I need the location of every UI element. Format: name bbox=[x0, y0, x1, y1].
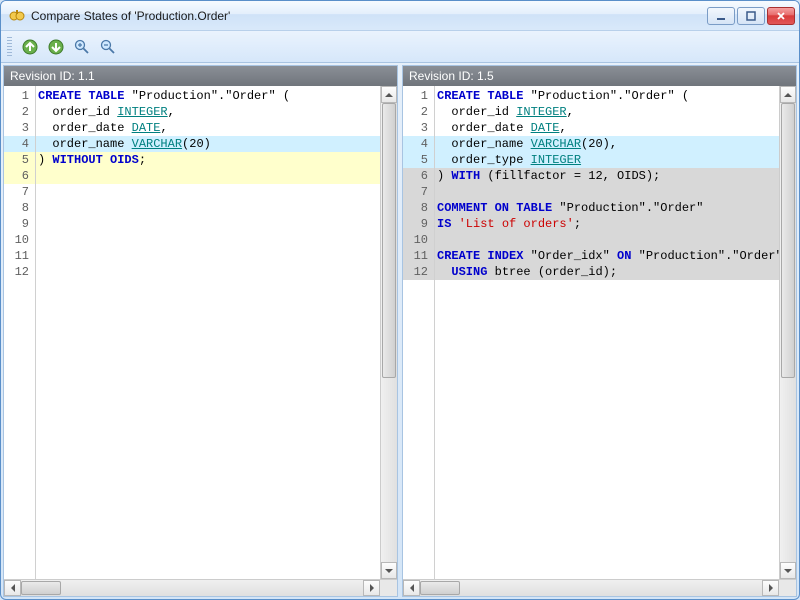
right-pane-header: Revision ID: 1.5 bbox=[403, 66, 796, 86]
scroll-left-button[interactable] bbox=[4, 580, 21, 596]
minimize-button[interactable] bbox=[707, 7, 735, 25]
zoom-in-button[interactable] bbox=[70, 35, 94, 59]
line-number: 8 bbox=[403, 200, 434, 216]
line-number: 10 bbox=[403, 232, 434, 248]
code-line[interactable] bbox=[36, 232, 380, 248]
code-line[interactable]: order_name VARCHAR(20) bbox=[36, 136, 380, 152]
line-number: 5 bbox=[403, 152, 434, 168]
left-pane: Revision ID: 1.1 123456789101112 CREATE … bbox=[3, 65, 398, 597]
split-container: Revision ID: 1.1 123456789101112 CREATE … bbox=[1, 63, 799, 599]
code-line[interactable] bbox=[36, 200, 380, 216]
scroll-track[interactable] bbox=[420, 580, 762, 596]
code-line[interactable] bbox=[435, 184, 779, 200]
window-title: Compare States of 'Production.Order' bbox=[31, 9, 707, 23]
scroll-left-button[interactable] bbox=[403, 580, 420, 596]
line-number: 3 bbox=[4, 120, 35, 136]
line-number: 2 bbox=[4, 104, 35, 120]
scroll-thumb[interactable] bbox=[382, 103, 396, 378]
right-editor[interactable]: 123456789101112 CREATE TABLE "Production… bbox=[403, 86, 796, 579]
line-number: 4 bbox=[403, 136, 434, 152]
line-number: 2 bbox=[403, 104, 434, 120]
toolbar bbox=[1, 31, 799, 63]
left-hscrollbar[interactable] bbox=[4, 579, 397, 596]
line-number: 6 bbox=[403, 168, 434, 184]
right-pane: Revision ID: 1.5 123456789101112 CREATE … bbox=[402, 65, 797, 597]
code-line[interactable]: CREATE TABLE "Production"."Order" ( bbox=[435, 88, 779, 104]
scroll-right-button[interactable] bbox=[762, 580, 779, 596]
code-line[interactable]: order_type INTEGER bbox=[435, 152, 779, 168]
line-number: 3 bbox=[403, 120, 434, 136]
code-line[interactable]: COMMENT ON TABLE "Production"."Order" bbox=[435, 200, 779, 216]
left-gutter: 123456789101112 bbox=[4, 86, 36, 579]
scroll-down-button[interactable] bbox=[780, 562, 796, 579]
zoom-out-button[interactable] bbox=[96, 35, 120, 59]
prev-diff-button[interactable] bbox=[18, 35, 42, 59]
code-line[interactable]: CREATE INDEX "Order_idx" ON "Production"… bbox=[435, 248, 779, 264]
left-vscrollbar[interactable] bbox=[380, 86, 397, 579]
line-number: 8 bbox=[4, 200, 35, 216]
line-number: 6 bbox=[4, 168, 35, 184]
scroll-thumb[interactable] bbox=[21, 581, 61, 595]
line-number: 9 bbox=[403, 216, 434, 232]
right-code[interactable]: CREATE TABLE "Production"."Order" ( orde… bbox=[435, 86, 779, 579]
line-number: 4 bbox=[4, 136, 35, 152]
line-number: 1 bbox=[4, 88, 35, 104]
scroll-track[interactable] bbox=[381, 103, 397, 562]
scroll-up-button[interactable] bbox=[381, 86, 397, 103]
code-line[interactable]: IS 'List of orders'; bbox=[435, 216, 779, 232]
next-diff-button[interactable] bbox=[44, 35, 68, 59]
code-line[interactable]: order_id INTEGER, bbox=[36, 104, 380, 120]
code-line[interactable]: USING btree (order_id); bbox=[435, 264, 779, 280]
scroll-corner bbox=[380, 580, 397, 596]
line-number: 11 bbox=[403, 248, 434, 264]
scroll-right-button[interactable] bbox=[363, 580, 380, 596]
scroll-down-button[interactable] bbox=[381, 562, 397, 579]
code-line[interactable]: order_id INTEGER, bbox=[435, 104, 779, 120]
code-line[interactable] bbox=[36, 184, 380, 200]
scroll-corner bbox=[779, 580, 796, 596]
titlebar[interactable]: Compare States of 'Production.Order' bbox=[1, 1, 799, 31]
line-number: 7 bbox=[403, 184, 434, 200]
line-number: 5 bbox=[4, 152, 35, 168]
window-controls bbox=[707, 7, 795, 25]
right-gutter: 123456789101112 bbox=[403, 86, 435, 579]
toolbar-grip[interactable] bbox=[7, 37, 12, 57]
line-number: 10 bbox=[4, 232, 35, 248]
code-line[interactable]: order_date DATE, bbox=[435, 120, 779, 136]
line-number: 7 bbox=[4, 184, 35, 200]
app-icon bbox=[9, 8, 25, 24]
left-pane-header: Revision ID: 1.1 bbox=[4, 66, 397, 86]
line-number: 9 bbox=[4, 216, 35, 232]
scroll-thumb[interactable] bbox=[781, 103, 795, 378]
code-line[interactable] bbox=[36, 216, 380, 232]
code-line[interactable]: order_name VARCHAR(20), bbox=[435, 136, 779, 152]
left-editor[interactable]: 123456789101112 CREATE TABLE "Production… bbox=[4, 86, 397, 579]
line-number: 11 bbox=[4, 248, 35, 264]
left-code[interactable]: CREATE TABLE "Production"."Order" ( orde… bbox=[36, 86, 380, 579]
code-line[interactable]: ) WITHOUT OIDS; bbox=[36, 152, 380, 168]
code-line[interactable] bbox=[36, 264, 380, 280]
close-button[interactable] bbox=[767, 7, 795, 25]
right-vscrollbar[interactable] bbox=[779, 86, 796, 579]
code-line[interactable]: CREATE TABLE "Production"."Order" ( bbox=[36, 88, 380, 104]
maximize-button[interactable] bbox=[737, 7, 765, 25]
scroll-up-button[interactable] bbox=[780, 86, 796, 103]
line-number: 1 bbox=[403, 88, 434, 104]
code-line[interactable] bbox=[36, 168, 380, 184]
line-number: 12 bbox=[4, 264, 35, 280]
scroll-thumb[interactable] bbox=[420, 581, 460, 595]
code-line[interactable]: ) WITH (fillfactor = 12, OIDS); bbox=[435, 168, 779, 184]
scroll-track[interactable] bbox=[780, 103, 796, 562]
line-number: 12 bbox=[403, 264, 434, 280]
right-hscrollbar[interactable] bbox=[403, 579, 796, 596]
window: Compare States of 'Production.Order' Rev… bbox=[0, 0, 800, 600]
code-line[interactable]: order_date DATE, bbox=[36, 120, 380, 136]
code-line[interactable] bbox=[36, 248, 380, 264]
scroll-track[interactable] bbox=[21, 580, 363, 596]
code-line[interactable] bbox=[435, 232, 779, 248]
